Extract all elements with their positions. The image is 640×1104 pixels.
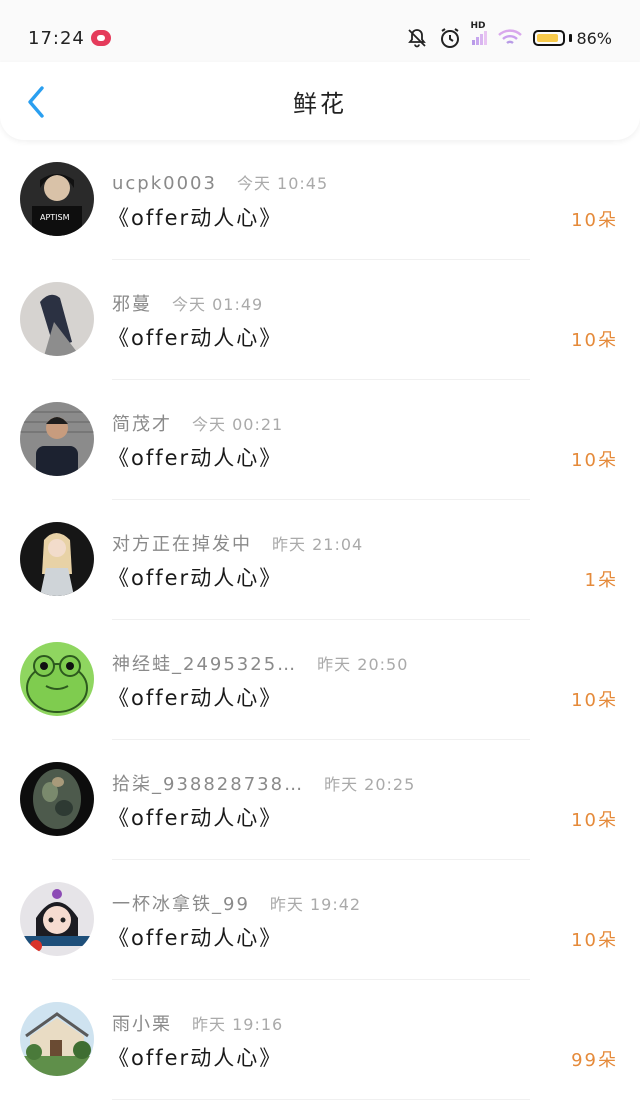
avatar[interactable] (20, 642, 94, 716)
timestamp: 昨天 20:25 (324, 775, 416, 794)
user-name[interactable]: 神经蛙_2495325… (112, 650, 297, 676)
avatar[interactable] (20, 282, 94, 356)
message-text: 《offer动人心》 (108, 686, 283, 710)
user-name[interactable]: 简茂才 (112, 410, 172, 436)
flower-count: 10朵 (571, 330, 618, 351)
message-text: 《offer动人心》 (108, 806, 283, 830)
user-name[interactable]: 邪蔓 (112, 290, 152, 316)
user-name[interactable]: 一杯冰拿铁_99 (112, 890, 250, 916)
network-label: HD (470, 21, 486, 31)
name-line: 邪蔓 今天 01:49 (112, 290, 263, 316)
list-item[interactable]: 拾柒_938828738… 昨天 20:25 《offer动人心》 10朵 (0, 740, 640, 860)
list-item[interactable]: 简茂才 今天 00:21 《offer动人心》 10朵 (0, 380, 640, 500)
user-name[interactable]: 拾柒_938828738… (112, 770, 304, 796)
timestamp: 昨天 19:42 (269, 895, 362, 914)
avatar[interactable] (20, 762, 94, 836)
timestamp: 昨天 19:16 (192, 1015, 284, 1034)
flower-count: 10朵 (571, 810, 618, 831)
name-line: 神经蛙_2495325… 昨天 20:50 (112, 650, 408, 676)
flower-count: 10朵 (571, 930, 618, 951)
divider (112, 1099, 530, 1100)
timestamp: 今天 00:21 (192, 415, 284, 434)
name-line: 一杯冰拿铁_99 昨天 19:42 (112, 890, 361, 916)
wifi-icon (498, 29, 523, 45)
avatar[interactable] (20, 522, 94, 596)
flower-list: APTISM ucpk0003 今天 10:45 《offer动人心》 10朵 … (0, 140, 640, 1100)
avatar[interactable] (20, 882, 94, 956)
timestamp: 今天 10:45 (236, 174, 329, 193)
message-text: 《offer动人心》 (108, 566, 283, 590)
battery-icon (533, 30, 566, 46)
pig-icon (90, 30, 111, 46)
message-text: 《offer动人心》 (108, 926, 283, 950)
alarm-icon (441, 28, 460, 48)
mute-bell-icon (408, 29, 427, 48)
name-line: ucpk0003 今天 10:45 (112, 170, 328, 194)
back-arrow-icon[interactable] (22, 84, 52, 120)
user-name[interactable]: ucpk0003 (112, 173, 217, 194)
timestamp: 今天 01:49 (172, 295, 264, 314)
timestamp: 昨天 21:04 (272, 535, 364, 554)
status-time: 17:24 (28, 27, 85, 49)
avatar[interactable] (20, 1002, 94, 1076)
battery-fill (537, 34, 559, 42)
battery-indicator: 86% (533, 29, 612, 48)
list-item[interactable]: 雨小栗 昨天 19:16 《offer动人心》 99朵 (0, 980, 640, 1100)
list-item[interactable]: 对方正在掉发中 昨天 21:04 《offer动人心》 1朵 (0, 500, 640, 620)
status-left: 17:24 (28, 28, 111, 49)
flower-count: 10朵 (571, 210, 618, 231)
list-item[interactable]: 一杯冰拿铁_99 昨天 19:42 《offer动人心》 10朵 (0, 860, 640, 980)
list-item[interactable]: 神经蛙_2495325… 昨天 20:50 《offer动人心》 10朵 (0, 620, 640, 740)
flower-count: 99朵 (571, 1050, 618, 1071)
name-line: 拾柒_938828738… 昨天 20:25 (112, 770, 415, 796)
name-line: 对方正在掉发中 昨天 21:04 (112, 530, 363, 556)
user-name[interactable]: 对方正在掉发中 (112, 530, 252, 556)
top-nav: 鲜花 (0, 62, 640, 140)
flower-count: 10朵 (571, 450, 618, 471)
timestamp: 昨天 20:50 (317, 655, 409, 674)
battery-nub (569, 34, 573, 42)
avatar[interactable] (20, 402, 94, 476)
page-title: 鲜花 (293, 89, 347, 118)
list-item[interactable]: 邪蔓 今天 01:49 《offer动人心》 10朵 (0, 260, 640, 380)
message-text: 《offer动人心》 (108, 326, 283, 350)
svg-text:APTISM: APTISM (40, 213, 70, 222)
message-text: 《offer动人心》 (108, 1046, 283, 1070)
battery-percent: 86% (576, 28, 612, 48)
flower-count: 10朵 (571, 690, 618, 711)
user-name[interactable]: 雨小栗 (112, 1010, 172, 1036)
signal-icon: HD (470, 21, 488, 45)
flower-count: 1朵 (584, 570, 618, 591)
avatar[interactable]: APTISM (20, 162, 94, 236)
name-line: 简茂才 今天 00:21 (112, 410, 283, 436)
message-text: 《offer动人心》 (108, 446, 283, 470)
message-text: 《offer动人心》 (108, 206, 283, 230)
name-line: 雨小栗 昨天 19:16 (112, 1010, 283, 1036)
status-right: HD 86% (406, 21, 612, 50)
list-item[interactable]: APTISM ucpk0003 今天 10:45 《offer动人心》 10朵 (0, 140, 640, 260)
